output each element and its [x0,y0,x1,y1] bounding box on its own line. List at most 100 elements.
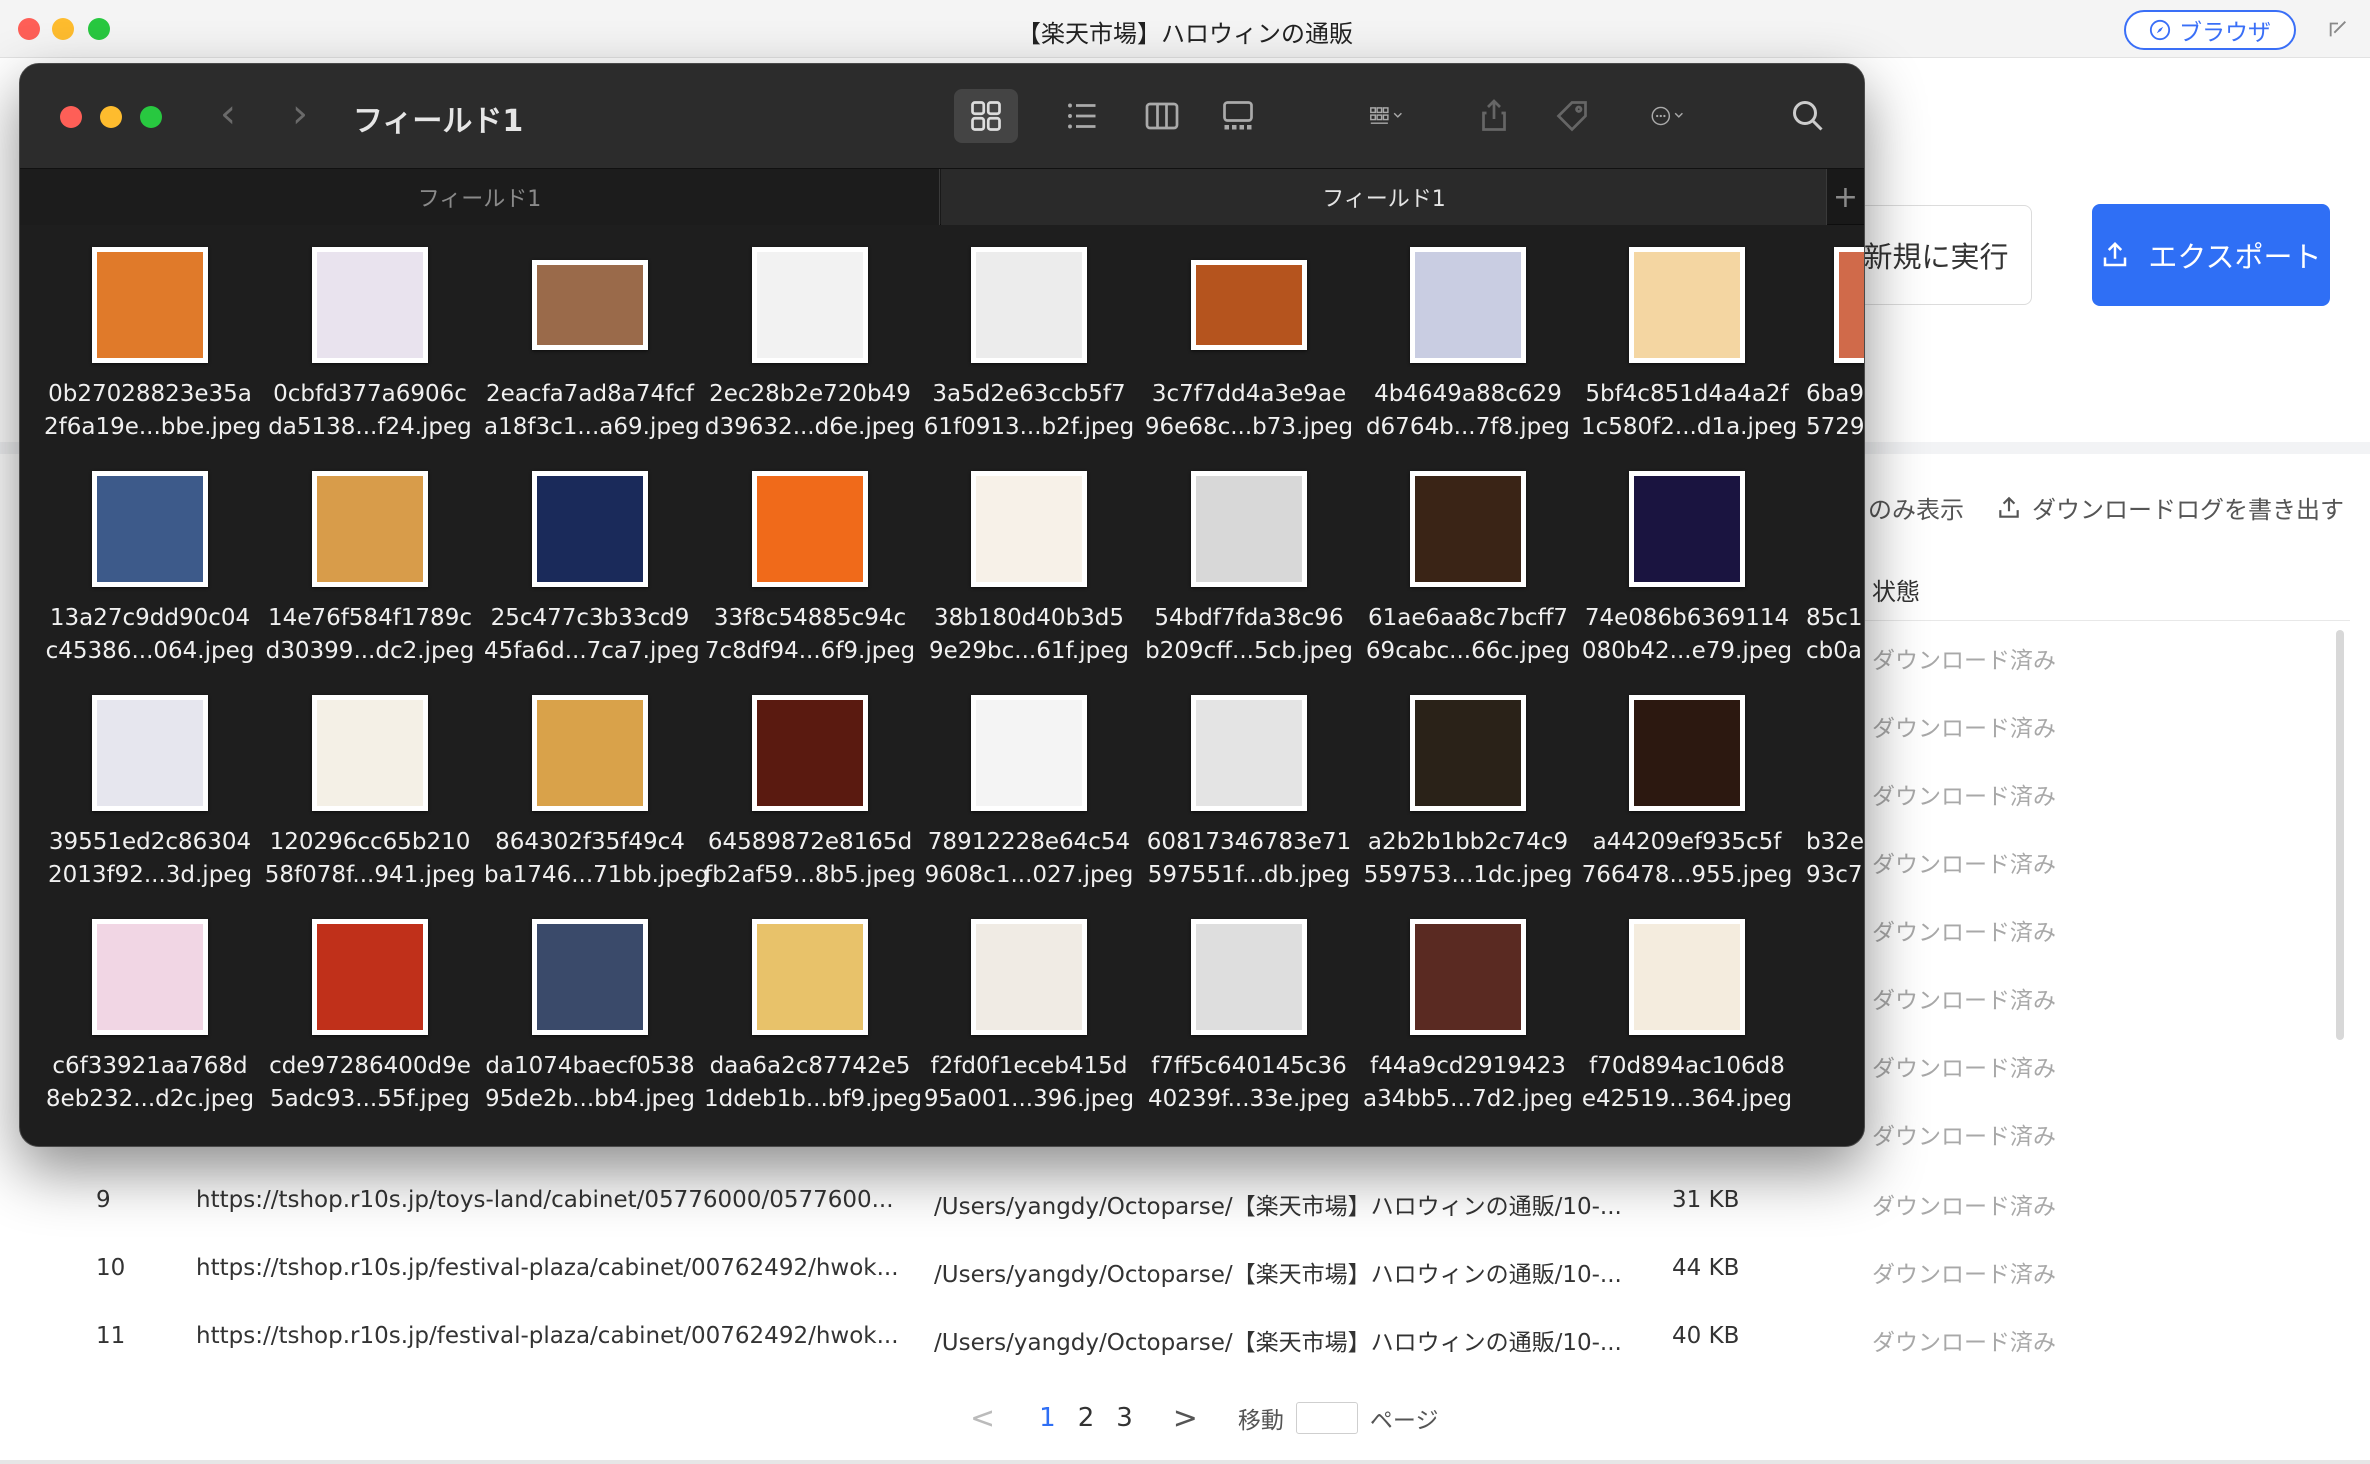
file-name-line1: 2ec28b2e720b49 [709,381,911,407]
file-item[interactable]: 2ec28b2e720b49 d39632...d6e.jpeg [705,240,915,458]
file-item[interactable]: cde97286400d9e 5adc93...55f.jpeg [269,912,471,1130]
file-name-line2: b209cff...5cb.jpeg [1145,638,1353,664]
thumbnail-wrap [1149,464,1349,594]
status-cell: ダウンロード済み [1872,648,2056,674]
tab-field1-inactive[interactable]: フィールド1 [20,169,940,225]
file-item-partial[interactable]: 6ba9 5729 [1806,240,1865,458]
file-item[interactable]: 74e086b6369114 080b42...e79.jpeg [1582,464,1792,682]
file-name: 33f8c54885c94c 7c8df94...6f9.jpeg [704,602,916,668]
page-jump-input[interactable] [1295,1402,1358,1434]
file-item[interactable]: a44209ef935c5f 766478...955.jpeg [1582,688,1792,906]
file-name-line1: a2b2b1bb2c74c9 [1367,829,1569,855]
file-item-partial[interactable]: 85c1 cb0a [1806,464,1864,682]
table-row[interactable]: 11 https://tshop.r10s.jp/festival-plaza/… [0,1303,2370,1371]
file-item[interactable]: f2fd0f1eceb415d 95a001...396.jpeg [924,912,1134,1130]
file-name-line2: 5729 [1806,414,1865,440]
file-item[interactable]: 13a27c9dd90c04 c45386...064.jpeg [46,464,254,682]
gallery-view-button[interactable] [1216,94,1260,138]
export-button[interactable]: エクスポート [2092,204,2330,306]
forward-icon[interactable]: › [292,92,308,136]
thumbnail-wrap [1368,912,1568,1042]
table-row[interactable]: 10 https://tshop.r10s.jp/festival-plaza/… [0,1235,2370,1303]
file-item[interactable]: daa6a2c87742e5 1ddeb1b...bf9.jpeg [704,912,922,1130]
rerun-button[interactable]: 新規に実行 [1840,205,2032,305]
finder-minimize-button[interactable] [100,106,122,128]
file-item[interactable]: 60817346783e71 597551f...db.jpeg [1147,688,1351,906]
status-cell: ダウンロード済み [1872,1124,2056,1150]
page-1-button[interactable]: 1 [1039,1403,1056,1433]
file-item[interactable]: 864302f35f49c4 ba1746...71bb.jpeg [484,688,709,906]
file-item[interactable]: 3c7f7dd4a3e9ae 96e68c...b73.jpeg [1145,240,1353,458]
file-name-line1: f44a9cd2919423 [1370,1053,1566,1079]
image-thumbnail [1834,247,1864,363]
finder-window: ‹ › フィールド1 フィールド1 フィールド1 + 0b27028823e35… [19,63,1865,1147]
file-item[interactable]: da1074baecf0538 95de2b...bb4.jpeg [485,912,695,1130]
grid-icon [971,101,1001,131]
thumbnail-wrap [1368,688,1568,818]
more-actions-button[interactable] [1628,94,1708,138]
search-button[interactable] [1786,94,1830,138]
share-button[interactable] [1472,94,1516,138]
tag-button[interactable] [1550,94,1594,138]
file-name-line2: 96e68c...b73.jpeg [1144,414,1354,440]
edit-icon[interactable] [2327,18,2349,40]
column-view-button[interactable] [1140,94,1184,138]
browser-button-label: ブラウザ [2179,20,2271,46]
file-item-partial[interactable]: b32e 93c7 [1806,688,1864,906]
file-item[interactable]: 3a5d2e63ccb5f7 61f0913...b2f.jpeg [924,240,1134,458]
file-name-line2: 45fa6d...7ca7.jpeg [484,638,700,664]
finder-close-button[interactable] [60,106,82,128]
next-page-button[interactable]: > [1173,1401,1198,1436]
file-name-line2: 40239f...33e.jpeg [1148,1086,1350,1112]
file-item[interactable]: c6f33921aa768d 8eb232...d2c.jpeg [46,912,254,1130]
scrollbar[interactable] [2336,630,2344,1040]
file-item[interactable]: 38b180d40b3d5 9e29bc...61f.jpeg [929,464,1129,682]
thumbnail-wrap [270,240,470,370]
file-name: 39551ed2c86304 2013f92...3d.jpeg [44,826,256,892]
file-name-line1: 864302f35f49c4 [495,829,685,855]
finder-zoom-button[interactable] [140,106,162,128]
browser-button[interactable]: ブラウザ [2124,10,2296,50]
file-item[interactable]: 120296cc65b210 58f078f...941.jpeg [265,688,475,906]
status-cell: ダウンロード済み [1872,988,2056,1014]
page-2-button[interactable]: 2 [1078,1403,1095,1433]
file-name-line1: 6ba9 [1806,381,1864,407]
file-item[interactable]: 64589872e8165d fb2af59...8b5.jpeg [704,688,916,906]
file-item[interactable]: 0cbfd377a6906c da5138...f24.jpeg [268,240,472,458]
image-thumbnail [1191,919,1307,1035]
file-item[interactable]: 39551ed2c86304 2013f92...3d.jpeg [48,688,252,906]
new-tab-button[interactable]: + [1826,169,1864,225]
prev-page-button[interactable]: < [970,1401,995,1436]
page-3-button[interactable]: 3 [1116,1403,1133,1433]
file-item[interactable]: 2eacfa7ad8a74fcf a18f3c1...a69.jpeg [484,240,700,458]
file-item[interactable]: 61ae6aa8c7bcff7 69cabc...66c.jpeg [1366,464,1570,682]
file-item[interactable]: 0b27028823e35a 2f6a19e...bbe.jpeg [44,240,261,458]
back-icon[interactable]: ‹ [220,92,236,136]
file-name: 4b4649a88c629 d6764b...7f8.jpeg [1362,378,1574,444]
file-item[interactable]: 4b4649a88c629 d6764b...7f8.jpeg [1366,240,1570,458]
image-thumbnail [312,695,428,811]
filter-only-toggle[interactable]: のみ表示 [1868,490,1964,525]
file-item[interactable]: f44a9cd2919423 a34bb5...7d2.jpeg [1363,912,1573,1130]
file-item[interactable]: 5bf4c851d4a4a2f 1c580f2...d1a.jpeg [1581,240,1797,458]
file-name-line2: a34bb5...7d2.jpeg [1362,1086,1574,1112]
file-item[interactable]: a2b2b1bb2c74c9 559753...1dc.jpeg [1364,688,1572,906]
tab-field1-active[interactable]: フィールド1 [941,169,1827,225]
file-item[interactable]: f7ff5c640145c36 40239f...33e.jpeg [1148,912,1350,1130]
file-item[interactable]: 14e76f584f1789c d30399...dc2.jpeg [266,464,474,682]
file-name: 120296cc65b210 58f078f...941.jpeg [264,826,476,892]
download-log-button[interactable]: ダウンロードログを書き出す [1996,490,2344,525]
status-column-header: 状態 [1872,578,1920,606]
thumbnail-wrap [1149,912,1349,1042]
file-item[interactable]: 54bdf7fda38c96 b209cff...5cb.jpeg [1145,464,1353,682]
table-row[interactable]: 9 https://tshop.r10s.jp/toys-land/cabine… [0,1167,2370,1235]
icon-view-button[interactable] [954,89,1018,143]
file-item[interactable]: 78912228e64c54 9608c1...027.jpeg [925,688,1133,906]
file-item[interactable]: 25c477c3b33cd9 45fa6d...7ca7.jpeg [484,464,700,682]
thumbnail-wrap [1149,240,1349,370]
file-item[interactable]: f70d894ac106d8 e42519...364.jpeg [1582,912,1792,1130]
file-item[interactable]: 33f8c54885c94c 7c8df94...6f9.jpeg [705,464,915,682]
file-name-line1: 13a27c9dd90c04 [49,605,251,631]
list-view-button[interactable] [1060,94,1104,138]
group-button[interactable] [1342,94,1432,138]
